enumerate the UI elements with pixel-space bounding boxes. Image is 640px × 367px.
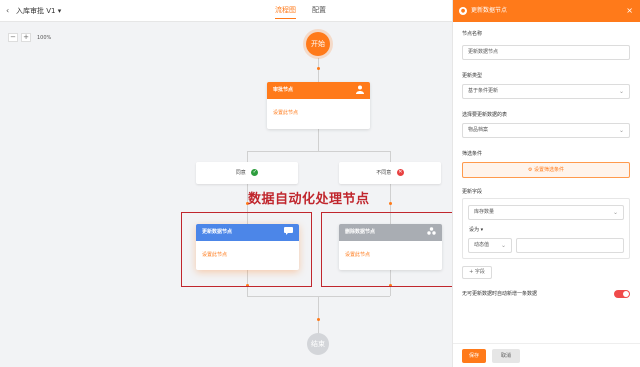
set-filter-button[interactable]: ⚙ 设置筛选条件	[462, 162, 630, 178]
toggle-knob	[623, 291, 629, 297]
zoom-level: 100%	[37, 34, 52, 41]
panel-title: 更新数据节点	[471, 7, 508, 14]
cancel-button[interactable]: 取消	[492, 349, 520, 363]
chevron-down-icon: ⌄	[618, 88, 624, 95]
auto-insert-toggle[interactable]	[614, 290, 630, 298]
table-value: 物品档案	[468, 127, 489, 133]
chevron-down-icon: ⌄	[500, 242, 506, 249]
close-icon: ✕	[396, 169, 404, 176]
add-node-dot[interactable]	[317, 318, 320, 321]
node-name-input[interactable]: 更新数据节点	[462, 45, 630, 60]
connector	[318, 296, 319, 336]
update-type-value: 基于条件更新	[468, 88, 499, 94]
approval-node-header: 审批节点	[267, 82, 370, 99]
approval-node[interactable]: 审批节点 设置此节点	[267, 82, 370, 129]
tab-flowchart[interactable]: 流程图	[275, 5, 296, 19]
chevron-down-icon: ⌄	[612, 209, 618, 216]
zoom-in-button[interactable]: +	[21, 33, 31, 42]
update-type-select[interactable]: 基于条件更新 ⌄	[462, 84, 630, 99]
node-name-label: 节点名称	[462, 31, 483, 37]
branch-condition-approve[interactable]: 同意 ✓	[196, 162, 298, 184]
annotation-caption: 数据自动化处理节点	[248, 192, 370, 207]
table-label: 选择要更新数据的表	[462, 112, 508, 118]
approval-node-body: 设置此节点	[273, 110, 299, 116]
add-node-dot[interactable]	[389, 202, 392, 205]
connector	[318, 58, 319, 84]
update-type-label: 更新类型	[462, 73, 483, 79]
user-icon	[356, 85, 364, 97]
close-icon[interactable]: ×	[626, 0, 633, 22]
fields-label: 更新字段	[462, 189, 483, 195]
mode-value: 动态值	[474, 242, 490, 248]
update-field-group: 库存数量 ⌄ 设为 ▾ 动态值 ⌄	[462, 198, 630, 259]
zoom-out-button[interactable]: −	[8, 33, 18, 42]
node-config-panel: ● 更新数据节点 × 节点名称 更新数据节点 更新类型 基于条件更新 ⌄ 选择要…	[452, 0, 640, 367]
check-icon: ✓	[251, 169, 259, 176]
zoom-controls: − + 100%	[8, 33, 51, 42]
panel-header: ● 更新数据节点 ×	[453, 0, 640, 22]
chevron-down-icon: ⌄	[618, 127, 624, 134]
add-field-button[interactable]: + 字段	[462, 266, 492, 279]
save-button[interactable]: 保存	[462, 349, 486, 363]
table-select[interactable]: 物品档案 ⌄	[462, 123, 630, 138]
field-value: 库存数量	[474, 209, 495, 215]
field-select[interactable]: 库存数量 ⌄	[468, 205, 624, 220]
set-to-label[interactable]: 设为 ▾	[469, 226, 483, 233]
filter-label: 筛选条件	[462, 151, 483, 157]
highlight-box-delete	[321, 212, 454, 287]
branch-label: 不同意	[376, 170, 392, 176]
panel-footer: 保存 取消	[453, 343, 640, 367]
branch-label: 同意	[235, 170, 246, 176]
flow-title[interactable]: 入库审批 V1 ▾	[16, 6, 61, 16]
value-mode-select[interactable]: 动态值 ⌄	[468, 238, 512, 253]
value-input[interactable]	[516, 238, 624, 253]
branch-condition-reject[interactable]: 不同意 ✕	[339, 162, 441, 184]
flow-canvas	[0, 22, 452, 367]
approval-node-title: 审批节点	[273, 87, 294, 93]
view-tabs: 流程图 配置	[275, 5, 326, 19]
add-node-dot[interactable]	[317, 67, 320, 70]
toggle-label: 无可更新数据时自动新增一条数据	[462, 291, 538, 297]
end-node: 结束	[307, 333, 329, 355]
highlight-box-update	[181, 212, 312, 287]
tab-config[interactable]: 配置	[312, 5, 326, 19]
chat-icon: ●	[459, 7, 467, 15]
branch-connector	[247, 151, 390, 152]
back-icon[interactable]: ‹	[6, 6, 9, 15]
start-node[interactable]: 开始	[306, 32, 330, 56]
connector	[318, 129, 319, 151]
top-bar: ‹ 入库审批 V1 ▾ 流程图 配置	[0, 0, 452, 22]
